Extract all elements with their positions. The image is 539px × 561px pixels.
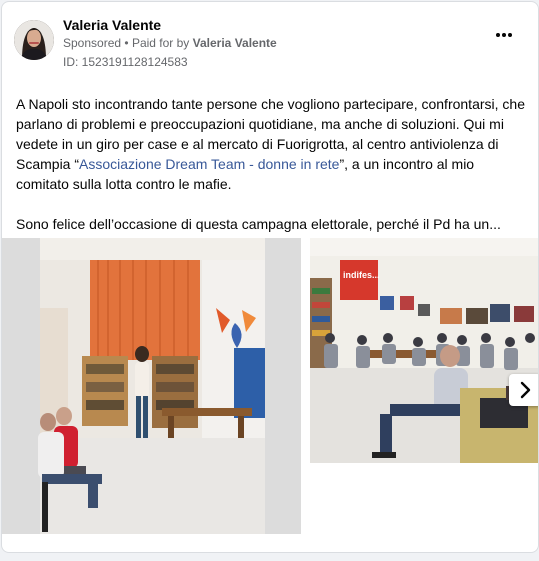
paid-for-label: Paid for by [131, 36, 190, 50]
more-options-button[interactable] [496, 30, 518, 40]
chevron-right-icon [520, 381, 531, 399]
ad-post-card: Valeria Valente Sponsored • Paid for by … [1, 1, 539, 553]
profile-photo [14, 20, 54, 60]
more-horizontal-icon [496, 33, 500, 37]
campaign-sign-text: indifes... [343, 270, 380, 280]
association-link[interactable]: Associazione Dream Team - donne in rete [79, 156, 339, 172]
post-paragraph-2: Sono felice dell’occasione di questa cam… [16, 216, 501, 232]
post-text: A Napoli sto incontrando tante persone c… [16, 94, 526, 234]
image-carousel: indifes... [2, 238, 538, 538]
post-paragraph-1: A Napoli sto incontrando tante persone c… [16, 94, 526, 194]
author-name[interactable]: Valeria Valente [63, 17, 161, 33]
paid-by-name[interactable]: Valeria Valente [193, 36, 277, 50]
sponsored-line: Sponsored • Paid for by Valeria Valente [63, 36, 277, 50]
avatar[interactable] [14, 20, 54, 60]
committee-meeting-photo: indifes... [310, 238, 538, 463]
ad-id: ID: 1523191128124583 [63, 55, 188, 69]
carousel-image-1[interactable] [2, 238, 301, 534]
carousel-next-button[interactable] [509, 374, 538, 406]
separator-dot: • [124, 36, 129, 50]
carousel-image-2[interactable]: indifes... [310, 238, 538, 463]
meeting-room-photo [2, 238, 301, 534]
more-horizontal-icon [502, 33, 506, 37]
sponsored-label: Sponsored [63, 36, 122, 50]
more-horizontal-icon [508, 33, 512, 37]
